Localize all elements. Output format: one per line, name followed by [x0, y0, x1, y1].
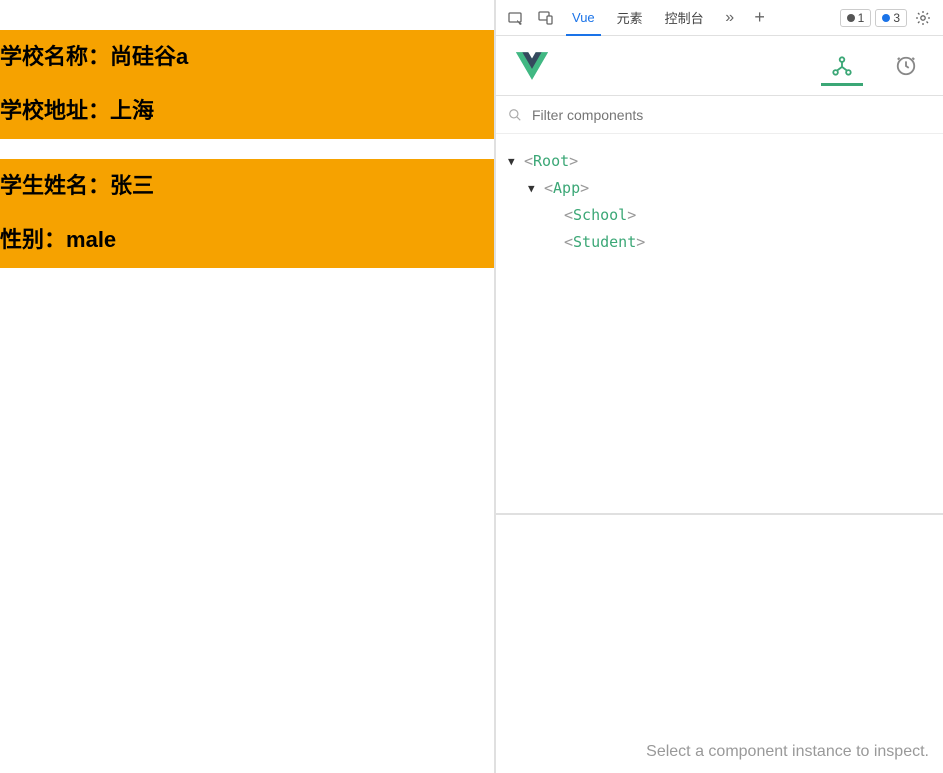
school-name-line: 学校名称：尚硅谷a — [0, 30, 494, 84]
student-name-label: 学生姓名： — [0, 173, 110, 198]
school-addr-line: 学校地址：上海 — [0, 84, 494, 138]
devtools-tabbar: Vue 元素 控制台 » + 1 3 — [496, 0, 943, 36]
search-icon — [508, 108, 522, 122]
expand-arrow-icon[interactable]: ▼ — [508, 152, 524, 172]
school-block: 学校名称：尚硅谷a 学校地址：上海 — [0, 30, 494, 139]
tree-node-root[interactable]: ▼ <Root> — [504, 148, 935, 175]
student-sex-line: 性别：male — [0, 213, 494, 267]
component-tree-panel: ▼ <Root> ▼ <App> <School> <Student> Sele… — [496, 134, 943, 773]
school-name-value: 尚硅谷a — [110, 44, 188, 69]
school-name-label: 学校名称： — [0, 44, 110, 69]
devtools-panel: Vue 元素 控制台 » + 1 3 ▼ — [494, 0, 943, 773]
component-filter-bar — [496, 96, 943, 134]
filter-components-input[interactable] — [532, 107, 931, 123]
tree-node-app[interactable]: ▼ <App> — [504, 175, 935, 202]
tree-node-school[interactable]: <School> — [504, 202, 935, 229]
rendered-page: 学校名称：尚硅谷a 学校地址：上海 学生姓名：张三 性别：male — [0, 0, 494, 773]
components-tab-icon[interactable] — [825, 36, 859, 96]
school-addr-label: 学校地址： — [0, 98, 110, 123]
tab-elements[interactable]: 元素 — [607, 0, 653, 36]
timeline-tab-icon[interactable] — [889, 36, 923, 96]
tree-node-student[interactable]: <Student> — [504, 229, 935, 256]
inspect-element-icon[interactable] — [502, 4, 530, 32]
devtools-badges: 1 3 — [840, 9, 907, 27]
tab-console[interactable]: 控制台 — [655, 0, 714, 36]
student-block: 学生姓名：张三 性别：male — [0, 159, 494, 268]
component-tree: ▼ <Root> ▼ <App> <School> <Student> — [496, 134, 943, 270]
student-sex-label: 性别： — [0, 227, 66, 252]
student-sex-value: male — [66, 227, 116, 252]
device-toggle-icon[interactable] — [532, 4, 560, 32]
warning-badge[interactable]: 1 — [840, 9, 872, 27]
student-name-line: 学生姓名：张三 — [0, 159, 494, 213]
tab-vue[interactable]: Vue — [562, 0, 605, 36]
new-tab-icon[interactable]: + — [746, 4, 774, 32]
vue-logo-icon — [516, 52, 548, 80]
inspect-placeholder-text: Select a component instance to inspect. — [646, 743, 929, 761]
info-badge[interactable]: 3 — [875, 9, 907, 27]
inspect-details-panel: Select a component instance to inspect. — [496, 513, 943, 773]
school-addr-value: 上海 — [110, 98, 154, 123]
student-name-value: 张三 — [110, 173, 154, 198]
vue-devtools-nav — [825, 36, 923, 96]
expand-arrow-icon[interactable]: ▼ — [528, 179, 544, 199]
settings-icon[interactable] — [909, 4, 937, 32]
more-tabs-icon[interactable]: » — [716, 4, 744, 32]
vue-devtools-header — [496, 36, 943, 96]
